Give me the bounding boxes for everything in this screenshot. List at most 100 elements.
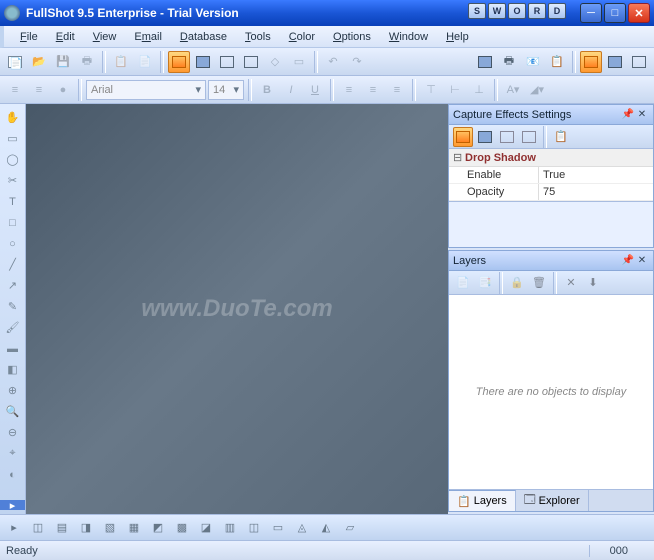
- prop-enable-value[interactable]: True: [539, 167, 653, 183]
- bt-14-icon[interactable]: ▱: [340, 518, 360, 538]
- bt-expand-icon[interactable]: ▸: [4, 518, 24, 538]
- tool-zoomin-icon[interactable]: ⊕: [3, 381, 23, 400]
- close-button[interactable]: ✕: [628, 3, 650, 23]
- tool-brush-icon[interactable]: 🖌: [3, 318, 23, 337]
- prop-opacity-value[interactable]: 75: [539, 184, 653, 200]
- tool-rect-icon[interactable]: □: [3, 213, 23, 232]
- redo-button[interactable]: ↷: [346, 51, 368, 73]
- underline-button[interactable]: U: [304, 79, 326, 101]
- canvas-area[interactable]: www.DuoTe.com: [26, 104, 448, 514]
- paste-button[interactable]: 📄: [134, 51, 156, 73]
- effect-tab-5[interactable]: 📋: [551, 127, 571, 147]
- layer-x-icon[interactable]: ✕: [561, 273, 581, 293]
- menu-file[interactable]: File: [12, 29, 46, 45]
- style-3-button[interactable]: ●: [52, 79, 74, 101]
- bt-12-icon[interactable]: ◬: [292, 518, 312, 538]
- bt-8-icon[interactable]: ◪: [196, 518, 216, 538]
- menu-email[interactable]: Email: [126, 29, 170, 45]
- quick-btn-o[interactable]: O: [508, 3, 526, 19]
- valign-top-button[interactable]: ⊤: [420, 79, 442, 101]
- bt-9-icon[interactable]: ▥: [220, 518, 240, 538]
- layer-lock-icon[interactable]: 🔒: [507, 273, 527, 293]
- tool-text-icon[interactable]: T: [3, 192, 23, 211]
- output-email-button[interactable]: 📧: [522, 51, 544, 73]
- bt-10-icon[interactable]: ◫: [244, 518, 264, 538]
- effect-tab-4[interactable]: [519, 127, 539, 147]
- bt-5-icon[interactable]: ▦: [124, 518, 144, 538]
- font-family-combo[interactable]: Arial▾: [86, 80, 206, 100]
- effect-tab-3[interactable]: [497, 127, 517, 147]
- layer-new-icon[interactable]: 📄: [453, 273, 473, 293]
- capture-screen-button[interactable]: [168, 51, 190, 73]
- tool-arrow-icon[interactable]: ↗: [3, 276, 23, 295]
- tool-zoomout-icon[interactable]: ⊖: [3, 423, 23, 442]
- capture-region-button[interactable]: [216, 51, 238, 73]
- valign-bot-button[interactable]: ⊥: [468, 79, 490, 101]
- panel-close-icon[interactable]: ✕: [635, 254, 649, 268]
- panel-close-icon[interactable]: ✕: [635, 108, 649, 122]
- text-color-button[interactable]: A▾: [502, 79, 524, 101]
- copy-button[interactable]: 📋: [110, 51, 132, 73]
- save-button[interactable]: 💾: [52, 51, 74, 73]
- menu-help[interactable]: Help: [438, 29, 477, 45]
- tab-explorer[interactable]: 🗔Explorer: [516, 490, 589, 511]
- bt-1-icon[interactable]: ◫: [28, 518, 48, 538]
- layer-del-icon[interactable]: 🗑: [529, 273, 549, 293]
- pin-icon[interactable]: 📌: [621, 254, 635, 268]
- print-button[interactable]: 🖶: [76, 51, 98, 73]
- align-right-button[interactable]: ≡: [386, 79, 408, 101]
- bt-4-icon[interactable]: ▧: [100, 518, 120, 538]
- output-print-button[interactable]: 🖶: [498, 51, 520, 73]
- align-left-button[interactable]: ≡: [338, 79, 360, 101]
- menu-view[interactable]: View: [85, 29, 125, 45]
- tool-crop-icon[interactable]: ✂: [3, 171, 23, 190]
- capture-object-button[interactable]: [240, 51, 262, 73]
- bt-7-icon[interactable]: ▩: [172, 518, 192, 538]
- tool-ellipse-icon[interactable]: ○: [3, 234, 23, 253]
- tool-eraser-icon[interactable]: ◧: [3, 360, 23, 379]
- effect-tab-1[interactable]: [453, 127, 473, 147]
- align-center-button[interactable]: ≡: [362, 79, 384, 101]
- undo-button[interactable]: ↶: [322, 51, 344, 73]
- bt-2-icon[interactable]: ▤: [52, 518, 72, 538]
- effect-tab-2[interactable]: [475, 127, 495, 147]
- tool-highlight-icon[interactable]: ▬: [3, 339, 23, 358]
- view-mode-1-button[interactable]: [580, 51, 602, 73]
- bold-button[interactable]: B: [256, 79, 278, 101]
- layer-dup-icon[interactable]: 📑: [475, 273, 495, 293]
- tool-lasso-icon[interactable]: ◯: [3, 150, 23, 169]
- category-collapse-icon[interactable]: ⊟: [453, 151, 465, 164]
- property-row[interactable]: Opacity 75: [449, 184, 653, 201]
- quick-btn-s[interactable]: S: [468, 3, 486, 19]
- bt-11-icon[interactable]: ▭: [268, 518, 288, 538]
- tool-picker-icon[interactable]: ⌖: [3, 444, 23, 463]
- maximize-button[interactable]: □: [604, 3, 626, 23]
- layer-merge-icon[interactable]: ⬇: [583, 273, 603, 293]
- tool-zoom-icon[interactable]: 🔍: [3, 402, 23, 421]
- tool-line-icon[interactable]: ╱: [3, 255, 23, 274]
- bt-13-icon[interactable]: ◭: [316, 518, 336, 538]
- bt-6-icon[interactable]: ◩: [148, 518, 168, 538]
- valign-mid-button[interactable]: ⊢: [444, 79, 466, 101]
- view-mode-2-button[interactable]: [604, 51, 626, 73]
- open-button[interactable]: 📂: [28, 51, 50, 73]
- menu-edit[interactable]: Edit: [48, 29, 83, 45]
- capture-menu-button[interactable]: ▭: [288, 51, 310, 73]
- menu-window[interactable]: Window: [381, 29, 436, 45]
- new-button[interactable]: 📄: [4, 51, 26, 73]
- menu-options[interactable]: Options: [325, 29, 379, 45]
- minimize-button[interactable]: ─: [580, 3, 602, 23]
- tool-hand-icon[interactable]: ✋: [3, 108, 23, 127]
- font-size-combo[interactable]: 14▾: [208, 80, 244, 100]
- tool-pencil-icon[interactable]: ✎: [3, 297, 23, 316]
- output-clip-button[interactable]: 📋: [546, 51, 568, 73]
- fill-color-button[interactable]: ◢▾: [526, 79, 548, 101]
- pin-icon[interactable]: 📌: [621, 108, 635, 122]
- style-1-button[interactable]: ≡: [4, 79, 26, 101]
- quick-btn-d[interactable]: D: [548, 3, 566, 19]
- italic-button[interactable]: I: [280, 79, 302, 101]
- tool-select-icon[interactable]: ▭: [3, 129, 23, 148]
- menu-database[interactable]: Database: [172, 29, 235, 45]
- quick-btn-r[interactable]: R: [528, 3, 546, 19]
- output-file-button[interactable]: [474, 51, 496, 73]
